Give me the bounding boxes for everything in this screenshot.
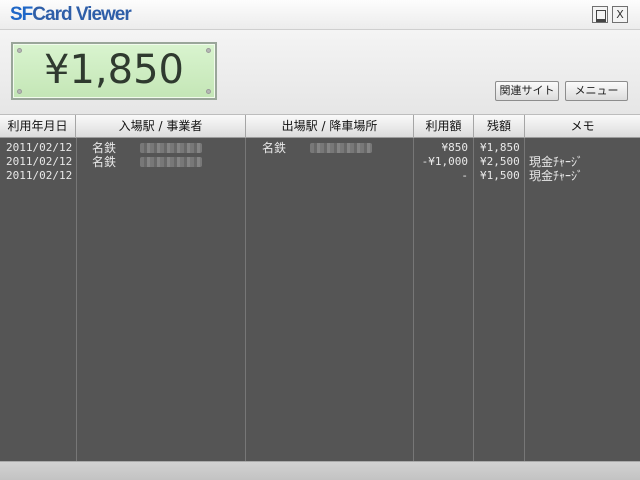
column-divider — [473, 138, 474, 461]
cell-date: 2011/02/12 — [6, 155, 73, 168]
column-header-amount[interactable]: 利用額 — [414, 115, 474, 138]
cell-amount: ¥850 — [441, 141, 469, 154]
redacted-entry-station — [140, 143, 202, 153]
column-divider — [245, 138, 246, 461]
menu-button[interactable]: メニュー — [565, 81, 628, 101]
balance-display: ¥1,850 — [11, 42, 217, 100]
column-divider — [76, 138, 77, 461]
column-header-memo[interactable]: メモ — [525, 115, 640, 138]
column-divider — [413, 138, 414, 461]
minimize-button[interactable] — [592, 6, 608, 23]
cell-balance: ¥2,500 — [480, 155, 520, 168]
table-header: 利用年月日 入場駅 / 事業者 出場駅 / 降車場所 利用額 残額 メモ — [0, 114, 640, 138]
column-header-exit[interactable]: 出場駅 / 降車場所 — [246, 115, 414, 138]
balance-amount: ¥1,850 — [44, 47, 184, 93]
cell-entry-station: 名鉄 — [92, 141, 117, 155]
redacted-entry-station — [140, 157, 202, 167]
cell-date: 2011/02/12 — [6, 169, 73, 182]
cell-balance: ¥1,500 — [480, 169, 520, 182]
app-title: SFCard Viewer — [10, 4, 132, 26]
cell-amount: -¥1,000 — [421, 155, 468, 168]
cell-memo: 現金ﾁｬｰｼﾞ — [529, 155, 584, 169]
title-bar: SFCard Viewer X — [0, 0, 640, 30]
column-header-balance[interactable]: 残額 — [474, 115, 525, 138]
history-table: 2011/02/12 名鉄 名鉄 ¥850 ¥1,850 2011/02/12 … — [0, 138, 640, 461]
cell-date: 2011/02/12 — [6, 141, 73, 154]
cell-exit-station: 名鉄 — [262, 141, 287, 155]
column-header-date[interactable]: 利用年月日 — [0, 115, 76, 138]
cell-memo: 現金ﾁｬｰｼﾞ — [529, 169, 584, 183]
app-title-suffix: Card Viewer — [32, 4, 131, 25]
cell-amount: - — [461, 169, 468, 182]
status-bar — [0, 461, 640, 480]
cell-balance: ¥1,850 — [480, 141, 520, 154]
column-header-entry[interactable]: 入場駅 / 事業者 — [76, 115, 246, 138]
cell-entry-station: 名鉄 — [92, 155, 117, 169]
related-sites-button[interactable]: 関連サイト — [495, 81, 559, 101]
column-divider — [524, 138, 525, 461]
app-title-prefix: SF — [10, 4, 33, 25]
redacted-exit-station — [310, 143, 372, 153]
close-button[interactable]: X — [612, 6, 628, 23]
